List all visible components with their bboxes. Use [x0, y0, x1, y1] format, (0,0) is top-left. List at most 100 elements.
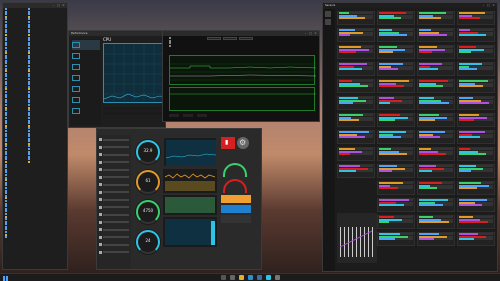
taskmgr-sidebar-item[interactable]	[72, 73, 100, 83]
footer-button[interactable]	[169, 114, 179, 117]
taskmgr-titlebar[interactable]: Performance	[69, 31, 165, 36]
taskmgr-sidebar-item[interactable]	[72, 40, 100, 50]
dashboard-side-item[interactable]	[99, 152, 129, 158]
graph-titlebar[interactable]: – □ ×	[163, 31, 319, 36]
taskmgr-sidebar-item[interactable]	[72, 51, 100, 61]
gauge-value: 32.9	[143, 148, 153, 154]
sensor-bar	[379, 119, 413, 122]
toolbar-field[interactable]	[239, 37, 253, 40]
browser-app-icon[interactable]	[247, 275, 253, 280]
minimize-icon[interactable]: –	[304, 32, 307, 35]
alert-tile[interactable]: ▮	[221, 137, 235, 149]
sensor-bar	[379, 170, 413, 173]
sensor-panel	[417, 11, 455, 25]
green-graph-bottom	[169, 87, 316, 111]
cpu-load-graph	[164, 173, 216, 191]
temp-arc-2	[223, 179, 247, 193]
taskview-icon[interactable]	[229, 275, 235, 280]
dashboard-side-item[interactable]	[99, 227, 129, 233]
mini-graph-icon	[72, 108, 80, 114]
taskmgr-sidebar-item[interactable]	[72, 95, 100, 105]
toolbar-field[interactable]	[207, 37, 221, 40]
item-icon	[99, 220, 102, 224]
info-tile-dark	[221, 215, 251, 223]
sensor-panel	[337, 45, 375, 59]
sensor-panel	[377, 147, 415, 161]
sensor-bar	[379, 68, 413, 71]
footer-button[interactable]	[183, 114, 193, 117]
sensor-bar	[459, 102, 493, 105]
taskmgr-sidebar-item[interactable]	[72, 62, 100, 72]
explorer-item[interactable]	[3, 236, 26, 239]
sensor-panel	[377, 113, 415, 127]
sensor-panel	[377, 96, 415, 110]
dashboard-side-item[interactable]	[99, 212, 129, 218]
dashboard-side-item[interactable]	[99, 249, 129, 255]
sensor-panel	[417, 96, 455, 110]
close-icon[interactable]: ×	[492, 4, 495, 7]
dashboard-side-item[interactable]	[99, 197, 129, 203]
cpu-graph-svg	[104, 44, 164, 104]
maximize-icon[interactable]: □	[487, 4, 490, 7]
dashboard-side-item[interactable]	[99, 189, 129, 195]
explorer-app-icon[interactable]	[238, 275, 244, 280]
minimize-icon[interactable]: –	[52, 4, 55, 7]
sensor-panel	[377, 198, 415, 212]
item-icon	[99, 213, 102, 216]
taskmgr-sidebar-item[interactable]	[72, 106, 100, 116]
dashboard-side-item[interactable]	[99, 219, 129, 225]
sensor-panel	[337, 164, 375, 178]
sensor-panel	[377, 215, 415, 229]
toolbar-field[interactable]	[223, 37, 237, 40]
close-icon[interactable]: ×	[62, 4, 65, 7]
taskmgr-sidebar-item[interactable]	[72, 84, 100, 94]
store-app-icon[interactable]	[256, 275, 262, 280]
maximize-icon[interactable]: □	[309, 32, 312, 35]
monitor-app-icon[interactable]	[265, 275, 271, 280]
alert-icon: ▮	[225, 139, 229, 146]
sensor-bar	[339, 17, 373, 20]
dashboard-side-item[interactable]	[99, 167, 129, 173]
dashboard-side-item[interactable]	[99, 174, 129, 180]
sensor-panel	[457, 181, 495, 195]
sensors-titlebar[interactable]: Sensors – □ ×	[323, 3, 497, 8]
close-icon[interactable]: ×	[314, 32, 317, 35]
minimize-icon[interactable]: –	[482, 4, 485, 7]
sensor-panel	[417, 198, 455, 212]
dashboard-side-item[interactable]	[99, 159, 129, 165]
explorer-item[interactable]	[26, 161, 67, 164]
sensor-bar	[379, 34, 413, 37]
item-icon	[99, 145, 102, 149]
item-icon	[99, 243, 102, 246]
footer-button[interactable]	[197, 114, 207, 117]
sensor-bar	[379, 85, 413, 88]
sensor-panel	[417, 113, 455, 127]
item-bar	[103, 138, 129, 141]
item-icon	[99, 168, 102, 171]
dashboard-side-item[interactable]	[99, 182, 129, 188]
rail-icon[interactable]	[325, 11, 331, 17]
rail-icon[interactable]	[325, 19, 331, 25]
settings-app-icon[interactable]	[274, 275, 280, 280]
sensors-title: Sensors	[325, 4, 336, 7]
start-button[interactable]	[3, 275, 8, 281]
sensor-panel	[417, 147, 455, 161]
sensor-panel	[457, 147, 495, 161]
info-tile-blue	[221, 205, 251, 213]
sensor-panel	[377, 11, 415, 25]
search-icon[interactable]	[220, 275, 226, 280]
sensor-panel	[417, 232, 455, 246]
sensor-panel	[377, 164, 415, 178]
dashboard-side-item[interactable]	[99, 242, 129, 248]
sensor-panel	[457, 215, 495, 229]
dashboard-side-item[interactable]	[99, 137, 129, 143]
item-bar	[103, 161, 129, 163]
maximize-icon[interactable]: □	[57, 4, 60, 7]
settings-tile[interactable]: ⚙	[237, 137, 249, 149]
sensor-panel	[417, 181, 455, 195]
vram-graph	[165, 219, 215, 245]
dashboard-side-item[interactable]	[99, 204, 129, 210]
dashboard-side-item[interactable]	[99, 234, 129, 240]
cpu-graph	[103, 43, 164, 104]
dashboard-side-item[interactable]	[99, 144, 129, 150]
